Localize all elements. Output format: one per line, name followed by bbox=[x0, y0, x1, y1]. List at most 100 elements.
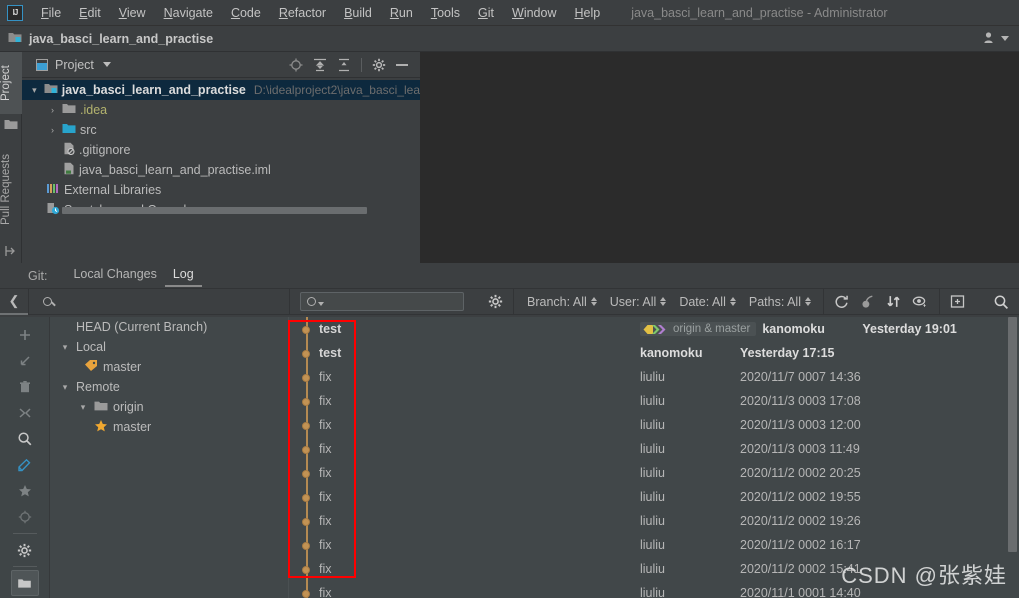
commit-meta-row[interactable]: liuliu 2020/11/3 0003 12:00 bbox=[640, 413, 1019, 437]
chevron-down-icon[interactable] bbox=[102, 62, 111, 67]
gear-icon[interactable] bbox=[11, 537, 39, 563]
sidebar-item-pull-requests[interactable]: Pull Requests bbox=[0, 140, 22, 240]
account-area[interactable] bbox=[983, 31, 1009, 45]
sort-icon[interactable] bbox=[886, 294, 901, 309]
commit-meta-row[interactable]: liuliu 2020/11/3 0003 17:08 bbox=[640, 389, 1019, 413]
commit-row[interactable]: fix bbox=[289, 413, 640, 437]
commit-graph-node[interactable] bbox=[302, 398, 310, 406]
chevron-down-icon[interactable] bbox=[318, 301, 324, 306]
chevron-left-icon[interactable]: ❮ bbox=[0, 289, 28, 315]
commit-meta-row[interactable]: liuliu 2020/11/7 0007 14:36 bbox=[640, 365, 1019, 389]
tree-row-gitignore[interactable]: .gitignore bbox=[22, 140, 420, 160]
menu-item-help[interactable]: Help bbox=[565, 4, 609, 22]
branch-tree[interactable]: HEAD (Current Branch) ▾ Local master ▾ R… bbox=[50, 317, 288, 598]
commit-row[interactable]: fix bbox=[289, 389, 640, 413]
menu-item-code[interactable]: Code bbox=[222, 4, 270, 22]
menu-item-window[interactable]: Window bbox=[503, 4, 565, 22]
commit-graph-node[interactable] bbox=[302, 542, 310, 550]
chevron-down-icon[interactable]: ▾ bbox=[28, 85, 41, 96]
chevron-right-icon[interactable]: › bbox=[46, 125, 59, 135]
commit-graph-node[interactable] bbox=[302, 494, 310, 502]
branch-row-origin-master[interactable]: master bbox=[50, 417, 288, 437]
commit-row[interactable]: test bbox=[289, 341, 640, 365]
menu-item-build[interactable]: Build bbox=[335, 4, 381, 22]
project-file-tree[interactable]: ▾ java_basci_learn_and_practise D:\ideal… bbox=[22, 78, 420, 220]
gear-icon[interactable] bbox=[488, 294, 503, 309]
commit-row[interactable]: fix bbox=[289, 509, 640, 533]
filter-branch[interactable]: Branch: All bbox=[527, 295, 597, 309]
commit-graph-node[interactable] bbox=[302, 350, 310, 358]
open-in-editor-icon[interactable] bbox=[950, 294, 966, 309]
branch-row-local-master[interactable]: master bbox=[50, 357, 288, 377]
commit-graph-node[interactable] bbox=[302, 470, 310, 478]
cherry-pick-icon[interactable] bbox=[860, 294, 875, 309]
tree-row-iml[interactable]: java_basci_learn_and_practise.iml bbox=[22, 160, 420, 180]
commit-meta-column[interactable]: origin & master kanomoku Yesterday 19:01 ka… bbox=[640, 317, 1019, 598]
commit-row[interactable]: fix bbox=[289, 437, 640, 461]
target-icon[interactable] bbox=[11, 504, 39, 530]
commit-row[interactable]: test bbox=[289, 317, 640, 341]
chevron-down-icon[interactable] bbox=[1001, 35, 1009, 41]
menu-item-run[interactable]: Run bbox=[381, 4, 422, 22]
chevron-down-icon[interactable]: ▾ bbox=[58, 342, 72, 353]
commit-row[interactable]: fix bbox=[289, 365, 640, 389]
commit-graph-node[interactable] bbox=[302, 374, 310, 382]
edit-icon[interactable] bbox=[11, 452, 39, 478]
commit-meta-row[interactable]: kanomoku Yesterday 17:15 bbox=[640, 341, 1019, 365]
tree-row-idea[interactable]: › .idea bbox=[22, 100, 420, 120]
collapse-all-icon[interactable] bbox=[337, 58, 351, 72]
branch-row-remote[interactable]: ▾ Remote bbox=[50, 377, 288, 397]
commit-graph-node[interactable] bbox=[302, 566, 310, 574]
hide-icon[interactable] bbox=[396, 63, 408, 66]
commit-row[interactable]: fix bbox=[289, 533, 640, 557]
menu-item-tools[interactable]: Tools bbox=[422, 4, 469, 22]
tree-row-src[interactable]: › src bbox=[22, 120, 420, 140]
commit-graph-node[interactable] bbox=[302, 590, 310, 598]
commit-meta-row[interactable]: liuliu 2020/11/1 0001 14:40 bbox=[640, 581, 1019, 598]
commit-graph-node[interactable] bbox=[302, 326, 310, 334]
commit-graph-node[interactable] bbox=[302, 518, 310, 526]
plus-icon[interactable] bbox=[11, 322, 39, 348]
chevron-down-icon[interactable]: ▾ bbox=[58, 382, 72, 393]
menu-item-navigate[interactable]: Navigate bbox=[155, 4, 222, 22]
project-horizontal-scrollbar[interactable] bbox=[62, 207, 367, 214]
commit-graph-node[interactable] bbox=[302, 446, 310, 454]
filter-date[interactable]: Date: All bbox=[679, 295, 736, 309]
merge-icon[interactable] bbox=[11, 400, 39, 426]
expand-all-icon[interactable] bbox=[313, 58, 327, 72]
menu-item-refactor[interactable]: Refactor bbox=[270, 4, 335, 22]
log-vertical-scrollbar[interactable] bbox=[1008, 317, 1017, 552]
delete-icon[interactable] bbox=[11, 374, 39, 400]
commit-search-input[interactable] bbox=[300, 292, 464, 311]
search-input-field[interactable] bbox=[326, 294, 444, 309]
commit-meta-row[interactable]: liuliu 2020/11/2 0002 19:26 bbox=[640, 509, 1019, 533]
commit-meta-row[interactable]: liuliu 2020/11/2 0002 16:17 bbox=[640, 533, 1019, 557]
menu-item-file[interactable]: File bbox=[32, 4, 70, 22]
commit-graph-column[interactable]: test test fix fix fix fix fix fix fix fix fix fix bbox=[288, 317, 640, 598]
tab-log[interactable]: Log bbox=[164, 264, 202, 287]
folder-icon[interactable] bbox=[4, 118, 18, 132]
sidebar-item-project[interactable]: Project bbox=[0, 52, 22, 114]
commit-meta-row[interactable]: liuliu 2020/11/2 0002 19:55 bbox=[640, 485, 1019, 509]
chevron-down-icon[interactable]: ▾ bbox=[76, 402, 90, 413]
commit-row[interactable]: fix bbox=[289, 485, 640, 509]
menu-item-git[interactable]: Git bbox=[469, 4, 503, 22]
pull-request-icon[interactable] bbox=[4, 244, 18, 258]
commit-row[interactable]: fix bbox=[289, 581, 640, 598]
gear-icon[interactable] bbox=[372, 58, 386, 72]
commit-meta-row[interactable]: liuliu 2020/11/2 0002 20:25 bbox=[640, 461, 1019, 485]
menu-item-edit[interactable]: Edit bbox=[70, 4, 110, 22]
tree-row-project-root[interactable]: ▾ java_basci_learn_and_practise D:\ideal… bbox=[22, 80, 420, 100]
commit-meta-row[interactable]: origin & master kanomoku Yesterday 19:01 bbox=[640, 317, 1019, 341]
tab-local-changes[interactable]: Local Changes bbox=[65, 264, 164, 287]
show-details-icon[interactable] bbox=[912, 294, 928, 309]
search-icon[interactable] bbox=[11, 426, 39, 452]
tree-row-external-libraries[interactable]: External Libraries bbox=[22, 180, 420, 200]
branch-row-head[interactable]: HEAD (Current Branch) bbox=[50, 317, 288, 337]
find-icon[interactable] bbox=[993, 294, 1009, 310]
locate-icon[interactable] bbox=[289, 58, 303, 72]
favorite-star-icon[interactable] bbox=[11, 478, 39, 504]
menu-item-view[interactable]: View bbox=[110, 4, 155, 22]
chevron-right-icon[interactable]: › bbox=[46, 105, 59, 115]
branch-row-local[interactable]: ▾ Local bbox=[50, 337, 288, 357]
